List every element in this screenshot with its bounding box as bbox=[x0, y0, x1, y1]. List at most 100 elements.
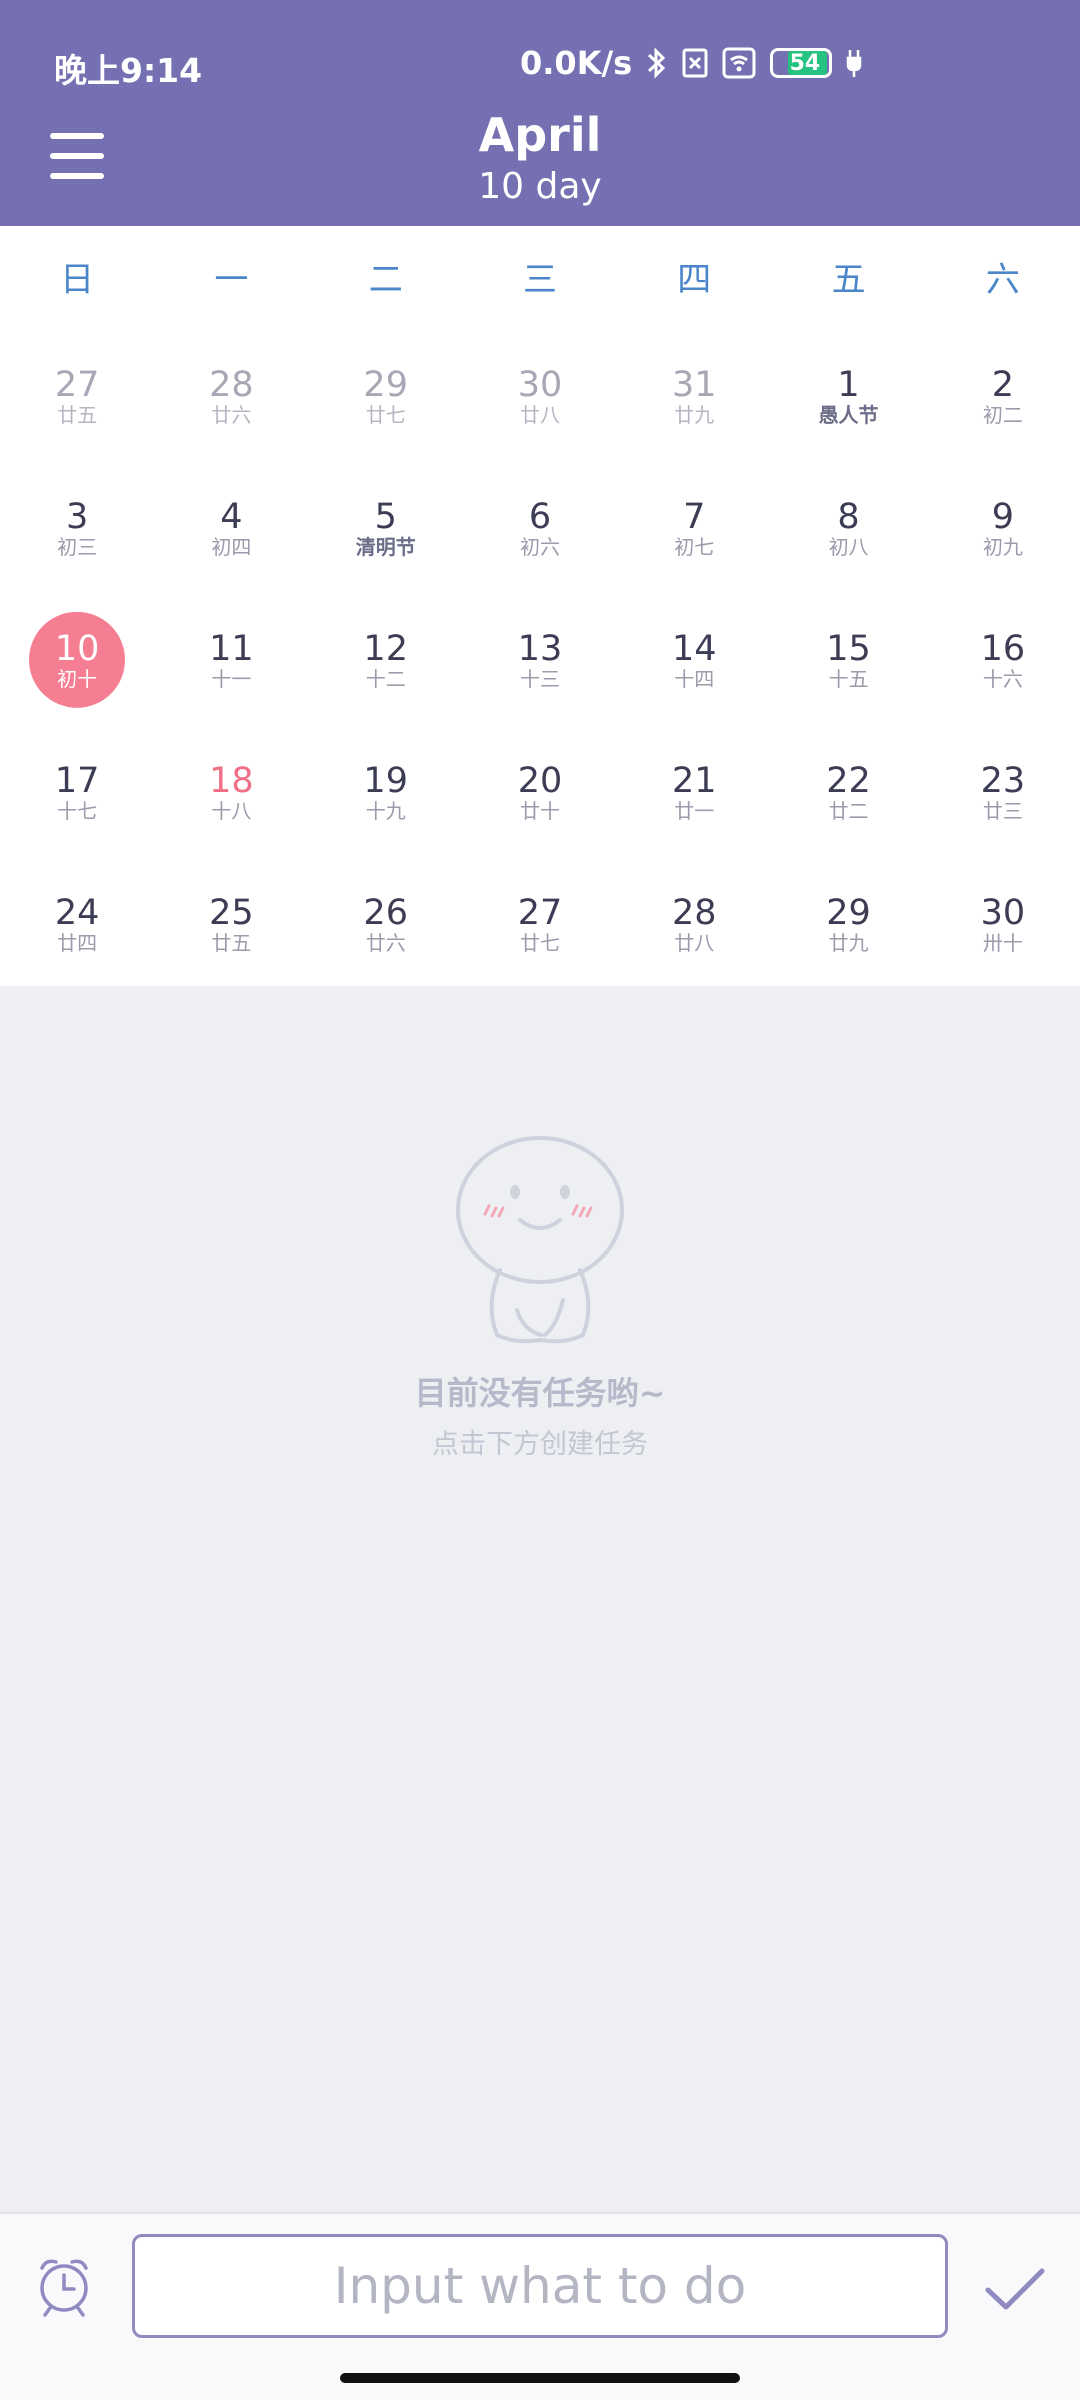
calendar-day[interactable]: 14 十四 bbox=[617, 590, 771, 722]
network-speed: 0.0K/s bbox=[520, 44, 633, 82]
calendar-day[interactable]: 28 廿八 bbox=[617, 854, 771, 986]
lunar-date: 廿二 bbox=[828, 799, 869, 823]
empty-state: 目前没有任务哟~ 点击下方创建任务 bbox=[0, 1130, 1080, 1461]
lunar-date: 廿六 bbox=[365, 931, 406, 955]
day-number: 11 bbox=[209, 629, 254, 669]
day-number: 29 bbox=[826, 893, 871, 933]
lunar-date: 廿五 bbox=[211, 931, 252, 955]
lunar-date: 初八 bbox=[828, 535, 869, 559]
lunar-date: 廿五 bbox=[57, 403, 98, 427]
lunar-date: 初九 bbox=[982, 535, 1023, 559]
day-number: 21 bbox=[672, 761, 717, 801]
calendar-day[interactable]: 29 廿九 bbox=[771, 854, 925, 986]
weekday-label: 二 bbox=[368, 259, 403, 300]
lunar-date: 十三 bbox=[519, 667, 560, 691]
calendar-day[interactable]: 27 廿五 bbox=[0, 326, 154, 458]
status-time: 晚上9:14 bbox=[54, 51, 203, 90]
calendar-day[interactable]: 22 廿二 bbox=[771, 722, 925, 854]
home-indicator[interactable] bbox=[340, 2373, 740, 2383]
charging-icon bbox=[846, 48, 862, 78]
day-number: 5 bbox=[374, 497, 397, 537]
lunar-date: 初二 bbox=[982, 403, 1023, 427]
day-subtitle: 10 day bbox=[478, 166, 602, 207]
calendar-day[interactable]: 31 廿九 bbox=[617, 326, 771, 458]
calendar-day[interactable]: 13 十三 bbox=[463, 590, 617, 722]
alarm-clock-icon[interactable] bbox=[34, 2254, 94, 2318]
calendar-day[interactable]: 25 廿五 bbox=[154, 854, 308, 986]
calendar-day[interactable]: 8 初八 bbox=[771, 458, 925, 590]
lunar-date: 十五 bbox=[828, 667, 869, 691]
lunar-date: 初三 bbox=[57, 535, 98, 559]
lunar-date: 初十 bbox=[57, 667, 98, 691]
calendar-day[interactable]: 30 卅十 bbox=[926, 854, 1080, 986]
calendar-day[interactable]: 24 廿四 bbox=[0, 854, 154, 986]
battery-icon: 54 bbox=[770, 48, 833, 78]
calendar-day[interactable]: 20 廿十 bbox=[463, 722, 617, 854]
calendar-day[interactable]: 1 愚人节 bbox=[771, 326, 925, 458]
lunar-date: 廿十 bbox=[519, 799, 560, 823]
lunar-date: 廿八 bbox=[674, 931, 715, 955]
lunar-date: 十八 bbox=[211, 799, 252, 823]
calendar-day[interactable]: 5 清明节 bbox=[309, 458, 463, 590]
day-number: 20 bbox=[517, 761, 563, 801]
calendar-day[interactable]: 6 初六 bbox=[463, 458, 617, 590]
day-number: 25 bbox=[209, 893, 254, 933]
calendar-day[interactable]: 2 初二 bbox=[926, 326, 1080, 458]
calendar-day[interactable]: 7 初七 bbox=[617, 458, 771, 590]
calendar-day[interactable]: 29 廿七 bbox=[309, 326, 463, 458]
empty-state-title: 目前没有任务哟~ bbox=[414, 1374, 666, 1412]
check-icon[interactable] bbox=[984, 2266, 1046, 2312]
calendar-day[interactable]: 23 廿三 bbox=[926, 722, 1080, 854]
lunar-date: 廿七 bbox=[519, 931, 560, 955]
lunar-date: 十六 bbox=[982, 667, 1023, 691]
calendar-day[interactable]: 18 十八 bbox=[154, 722, 308, 854]
calendar-day[interactable]: 30 廿八 bbox=[463, 326, 617, 458]
day-number: 3 bbox=[66, 497, 89, 537]
day-number: 18 bbox=[209, 761, 254, 801]
lunar-date: 廿三 bbox=[982, 799, 1023, 823]
calendar-day[interactable]: 3 初三 bbox=[0, 458, 154, 590]
task-input[interactable] bbox=[132, 2234, 948, 2338]
calendar-day[interactable]: 4 初四 bbox=[154, 458, 308, 590]
day-number: 1 bbox=[837, 365, 860, 405]
weekday-label: 一 bbox=[214, 259, 249, 300]
lunar-date: 清明节 bbox=[355, 535, 416, 559]
app-header: 晚上9:14 0.0K/s 54 April 10 day bbox=[0, 0, 1080, 226]
calendar-day[interactable]: 19 十九 bbox=[309, 722, 463, 854]
lunar-date: 初六 bbox=[519, 535, 560, 559]
calendar-day[interactable]: 21 廿一 bbox=[617, 722, 771, 854]
battery-level: 54 bbox=[789, 50, 821, 76]
day-number: 23 bbox=[980, 761, 1026, 801]
calendar-day[interactable]: 12 十二 bbox=[309, 590, 463, 722]
day-number: 28 bbox=[672, 893, 717, 933]
calendar-day[interactable]: 16 十六 bbox=[926, 590, 1080, 722]
calendar-day[interactable]: 11 十一 bbox=[154, 590, 308, 722]
lunar-date: 廿九 bbox=[828, 931, 869, 955]
day-number: 9 bbox=[991, 497, 1014, 537]
day-number: 22 bbox=[826, 761, 871, 801]
empty-state-subtitle: 点击下方创建任务 bbox=[432, 1429, 648, 1460]
day-number: 28 bbox=[209, 365, 254, 405]
day-number: 30 bbox=[517, 365, 563, 405]
status-icons: 0.0K/s 54 bbox=[520, 44, 862, 82]
weekday-label: 三 bbox=[522, 259, 557, 300]
calendar-day[interactable]: 9 初九 bbox=[926, 458, 1080, 590]
lunar-date: 卅十 bbox=[982, 931, 1023, 955]
calendar-day[interactable]: 28 廿六 bbox=[154, 326, 308, 458]
lunar-date: 十一 bbox=[211, 667, 252, 691]
calendar-day[interactable]: 26 廿六 bbox=[309, 854, 463, 986]
month-title: April bbox=[478, 108, 602, 162]
calendar-day[interactable]: 27 廿七 bbox=[463, 854, 617, 986]
weekday-label: 六 bbox=[985, 259, 1020, 300]
day-number: 17 bbox=[54, 761, 100, 801]
lunar-date: 廿六 bbox=[211, 403, 252, 427]
lunar-date: 初七 bbox=[674, 535, 715, 559]
day-number: 2 bbox=[991, 365, 1014, 405]
lunar-date: 十四 bbox=[674, 667, 715, 691]
lunar-date: 十七 bbox=[57, 799, 98, 823]
calendar-day[interactable]: 15 十五 bbox=[771, 590, 925, 722]
day-number: 4 bbox=[220, 497, 243, 537]
calendar-day-today[interactable]: 10 初十 bbox=[0, 590, 154, 722]
calendar-day[interactable]: 17 十七 bbox=[0, 722, 154, 854]
lunar-date: 愚人节 bbox=[818, 403, 879, 427]
